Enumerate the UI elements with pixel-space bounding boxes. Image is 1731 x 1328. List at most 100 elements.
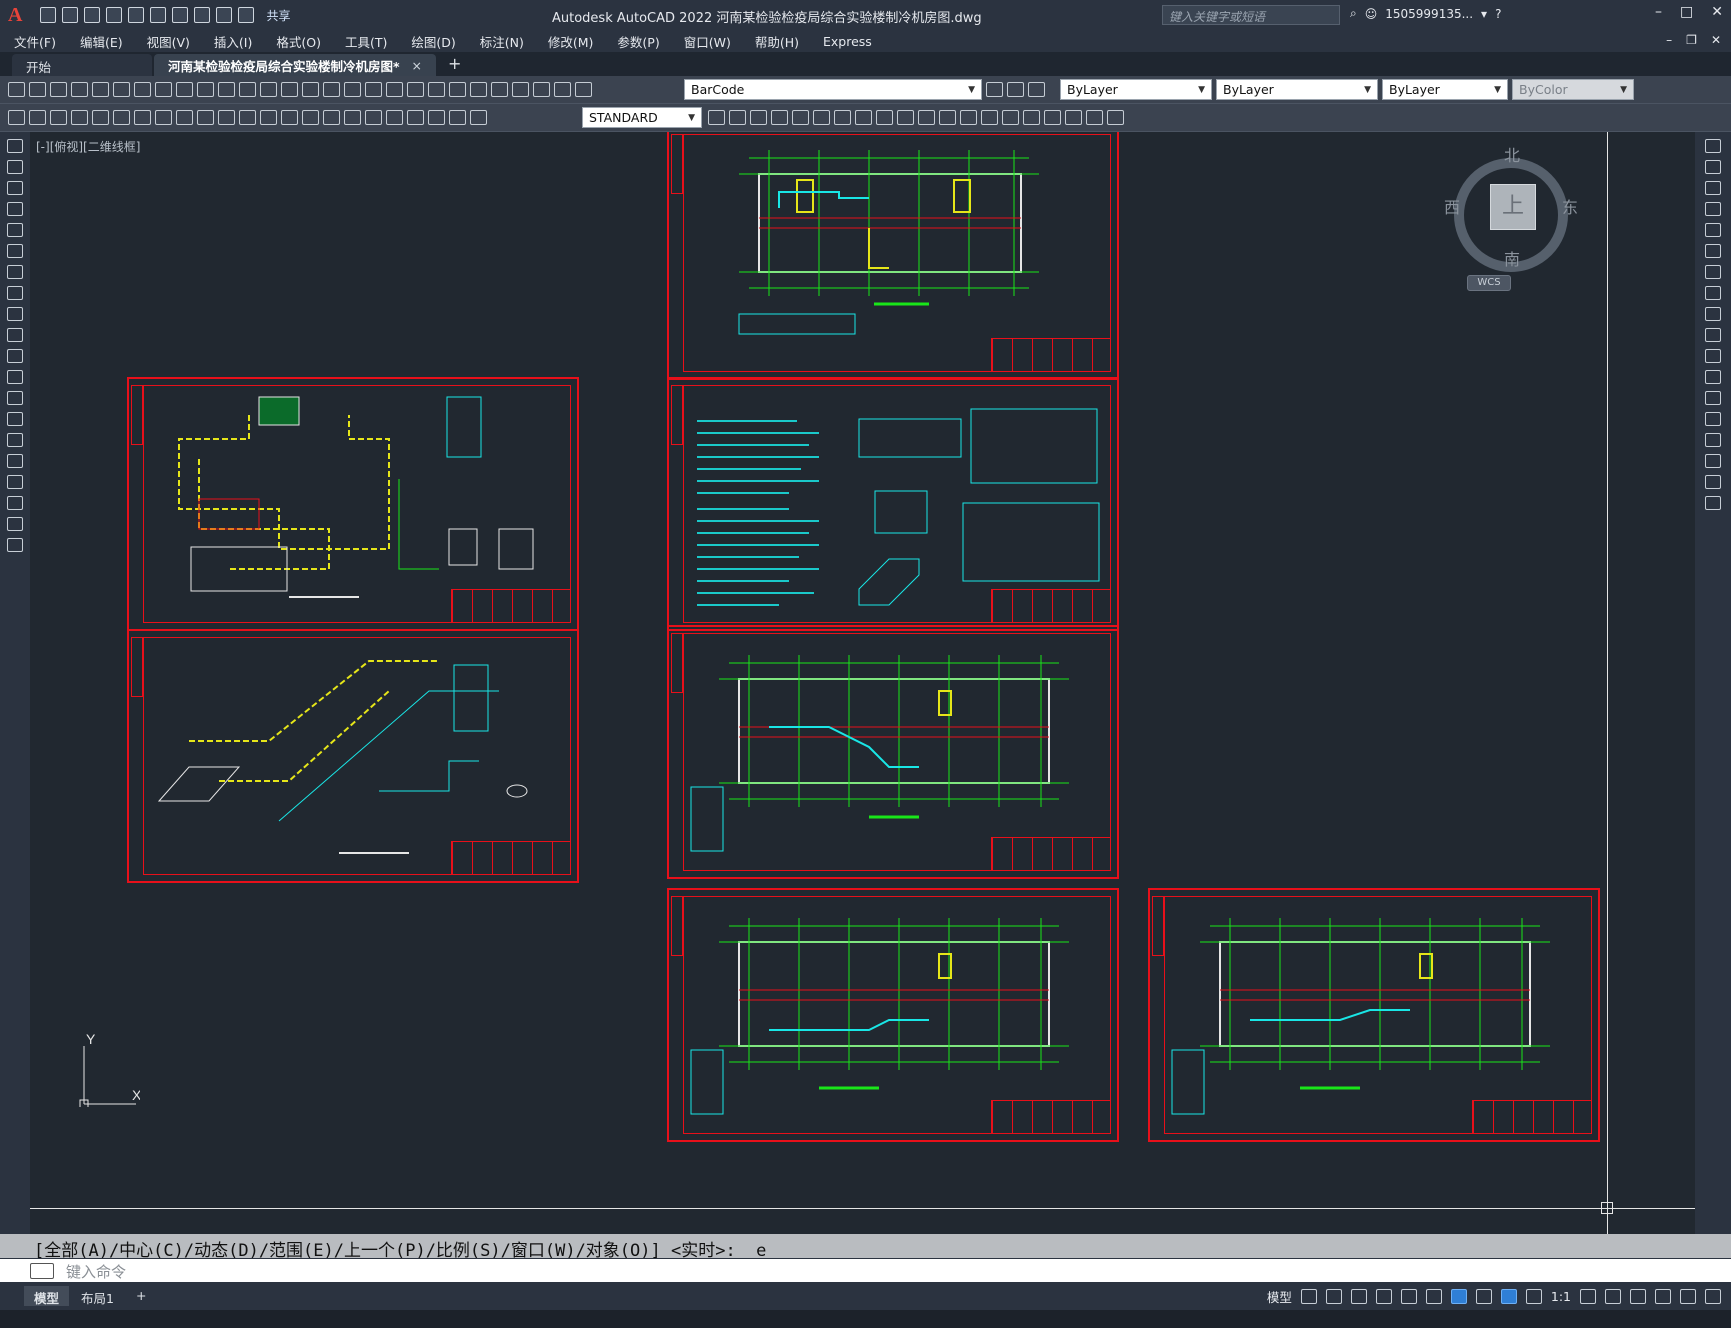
dim-edit-icon[interactable] [428, 110, 445, 125]
cart-icon[interactable]: ▾ [1481, 7, 1487, 21]
viewport-controls[interactable]: [-][俯视][二维线框] [36, 138, 140, 155]
share-button[interactable]: 共享 [266, 7, 290, 24]
ellipse-icon[interactable] [7, 328, 23, 342]
preview-icon[interactable] [92, 82, 109, 97]
ellipse-arc-icon[interactable] [7, 349, 23, 363]
publish-icon[interactable] [113, 82, 130, 97]
tab-drawing[interactable]: 河南某检验检疫局综合实验楼制冷机房图* × [154, 54, 437, 76]
dimstyle-icon[interactable] [708, 110, 725, 125]
isolate-objects-icon[interactable] [1630, 1289, 1646, 1304]
scale-side-icon[interactable] [1705, 286, 1721, 300]
zoom-realtime-icon[interactable] [323, 82, 340, 97]
chamfer-icon[interactable] [1044, 110, 1061, 125]
point-icon[interactable] [7, 412, 23, 426]
diameter-dim-icon[interactable] [197, 110, 214, 125]
grid-icon[interactable] [1300, 1289, 1317, 1304]
mirror-icon[interactable] [876, 110, 893, 125]
compass-south[interactable]: 南 [1504, 246, 1520, 270]
command-input[interactable]: 键入命令 [66, 1261, 126, 1282]
layer-properties-icon[interactable] [533, 82, 550, 97]
model-space-toggle[interactable]: 模型 [1267, 1287, 1292, 1306]
qnew-icon[interactable] [8, 82, 25, 97]
search-input[interactable]: 键入关键字或短语 [1162, 5, 1340, 25]
plot-icon[interactable] [172, 7, 189, 23]
zoom-window-icon[interactable] [344, 82, 361, 97]
menu-tools[interactable]: 工具(T) [345, 32, 387, 51]
redo-icon[interactable] [216, 7, 233, 23]
erase-icon[interactable] [1107, 110, 1124, 125]
search-icon[interactable]: ⌕ [1350, 6, 1357, 21]
help-tool-icon[interactable] [512, 82, 529, 97]
autocad-logo[interactable]: A [8, 4, 22, 27]
save-as-icon[interactable] [106, 7, 123, 23]
chamfer-side-icon[interactable] [1705, 433, 1721, 447]
inspect-icon[interactable] [386, 110, 403, 125]
layer-match-icon[interactable] [1007, 82, 1024, 97]
object-snap-icon[interactable] [1450, 1289, 1467, 1304]
gradient-icon[interactable] [7, 454, 23, 468]
sheet-set-icon[interactable] [449, 82, 466, 97]
redo-tool-icon[interactable] [281, 82, 298, 97]
doc-minimize-icon[interactable]: – [1666, 33, 1672, 47]
viewcube-face-top[interactable]: 上 [1490, 184, 1536, 230]
paste-icon[interactable] [197, 82, 214, 97]
offset-icon[interactable] [939, 110, 956, 125]
menu-help[interactable]: 帮助(H) [755, 32, 799, 51]
open-icon[interactable] [29, 82, 46, 97]
tolerance-icon[interactable] [344, 110, 361, 125]
minimize-icon[interactable]: – [1655, 4, 1662, 20]
linear-dim-icon[interactable] [71, 110, 88, 125]
workspace-icon[interactable] [8, 110, 25, 125]
menu-window[interactable]: 窗口(W) [684, 32, 731, 51]
front-icon[interactable] [729, 110, 746, 125]
mtext-icon[interactable] [7, 496, 23, 510]
workspace-switch-icon[interactable] [1580, 1289, 1596, 1304]
polyline-icon[interactable] [7, 181, 23, 195]
menu-format[interactable]: 格式(O) [276, 32, 321, 51]
command-line[interactable]: 键入命令 [0, 1258, 1731, 1282]
break-point-icon[interactable] [1705, 370, 1721, 384]
object-snap-tracking-icon[interactable] [1425, 1289, 1442, 1304]
rectangle-icon[interactable] [7, 223, 23, 237]
baseline-dim-icon[interactable] [260, 110, 277, 125]
aligned-dim-icon[interactable] [92, 110, 109, 125]
customization-menu-icon[interactable] [1705, 1289, 1721, 1304]
close-icon[interactable]: ✕ [1711, 4, 1723, 20]
undo-tool-icon[interactable] [260, 82, 277, 97]
make-block-icon[interactable] [7, 391, 23, 405]
drawing-area[interactable]: [-][俯视][二维线框] 上 北 南 东 西 WCS Y X [30, 132, 1695, 1234]
copy-tool-icon[interactable] [813, 110, 830, 125]
menu-draw[interactable]: 绘图(D) [411, 32, 455, 51]
add-layout-button[interactable]: + [126, 1286, 156, 1306]
pan-icon[interactable] [302, 82, 319, 97]
markup-icon[interactable] [470, 82, 487, 97]
recent-commands-icon[interactable] [30, 1263, 54, 1279]
back-icon[interactable] [750, 110, 767, 125]
move-side-icon[interactable] [1705, 244, 1721, 258]
layer-dropdown[interactable]: BarCode ▼ [684, 79, 982, 100]
open-web-icon[interactable] [128, 7, 145, 23]
isodraft-icon[interactable] [1400, 1289, 1417, 1304]
rotate-side-icon[interactable] [1705, 265, 1721, 279]
calculator-icon[interactable] [491, 82, 508, 97]
fillet-side-icon[interactable] [1705, 454, 1721, 468]
extend-icon[interactable] [981, 110, 998, 125]
customize-qat-icon[interactable] [238, 7, 255, 23]
annotation-visibility-icon[interactable] [1500, 1289, 1517, 1304]
toolbar-icon[interactable] [50, 110, 67, 125]
dim-break-icon[interactable] [323, 110, 340, 125]
ordinate-dim-icon[interactable] [134, 110, 151, 125]
menu-file[interactable]: 文件(F) [14, 32, 56, 51]
lineweight-icon[interactable] [1475, 1289, 1492, 1304]
copy-icon[interactable] [176, 82, 193, 97]
layer-previous-icon[interactable] [986, 82, 1003, 97]
region-icon[interactable] [7, 475, 23, 489]
compass-north[interactable]: 北 [1504, 142, 1520, 166]
move-icon[interactable] [792, 110, 809, 125]
array-icon[interactable] [918, 110, 935, 125]
zoom-previous-icon[interactable] [365, 82, 382, 97]
tab-close-icon[interactable]: × [412, 58, 422, 73]
circle-icon[interactable] [7, 265, 23, 279]
scale-icon[interactable] [897, 110, 914, 125]
polygon-icon[interactable] [7, 202, 23, 216]
